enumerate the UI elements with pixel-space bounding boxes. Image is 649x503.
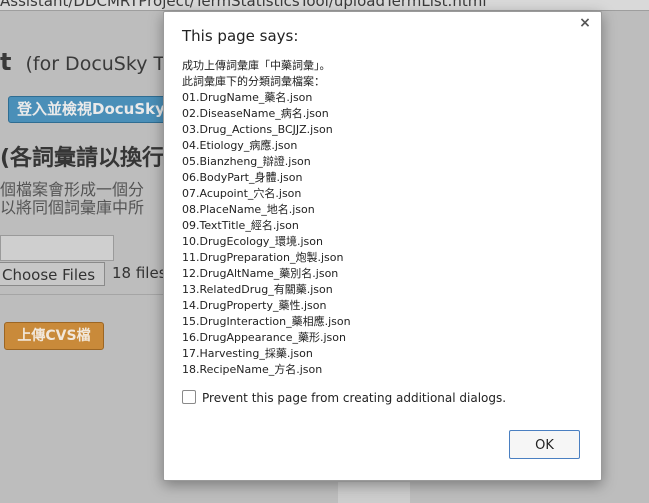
message-line: 09.TextTitle_經名.json xyxy=(182,219,299,232)
message-line: 04.Etiology_病應.json xyxy=(182,139,298,152)
vocabulary-name-input[interactable] xyxy=(0,235,114,261)
url-text: Assistant/DDCMRTProject/TermStatisticsTo… xyxy=(0,0,487,10)
message-line: 成功上傳詞彙庫「中藥詞彙」。 xyxy=(182,59,331,72)
prevent-dialogs-option[interactable]: Prevent this page from creating addition… xyxy=(182,390,506,406)
prevent-dialogs-label: Prevent this page from creating addition… xyxy=(202,391,507,405)
message-line: 11.DrugPreparation_炮製.json xyxy=(182,251,344,264)
upload-csv-button[interactable]: 上傳CVS檔 xyxy=(4,322,104,350)
message-line: 05.Bianzheng_辯證.json xyxy=(182,155,311,168)
message-line: 06.BodyPart_身體.json xyxy=(182,171,303,184)
divider xyxy=(0,294,170,295)
message-line: 15.DrugInteraction_藥相應.json xyxy=(182,315,351,328)
alert-dialog: This page says: × 成功上傳詞彙庫「中藥詞彙」。 此詞彙庫下的分… xyxy=(163,11,602,481)
close-icon[interactable]: × xyxy=(577,15,593,31)
dialog-message: 成功上傳詞彙庫「中藥詞彙」。 此詞彙庫下的分類詞彙檔案： 01.DrugName… xyxy=(182,58,592,378)
message-line: 13.RelatedDrug_有關藥.json xyxy=(182,283,333,296)
page-title: t (for DocuSky T xyxy=(0,48,165,76)
files-status: 18 files xyxy=(112,264,167,282)
message-line: 16.DrugAppearance_藥形.json xyxy=(182,331,346,344)
message-line: 02.DiseaseName_病名.json xyxy=(182,107,329,120)
dialog-title: This page says: xyxy=(182,27,299,45)
message-line: 14.DrugProperty_藥性.json xyxy=(182,299,327,312)
page-title-suffix: (for DocuSky T xyxy=(25,53,166,75)
message-line: 18.RecipeName_方名.json xyxy=(182,363,323,376)
description-line-2: 以將同個詞彙庫中所 xyxy=(0,198,145,217)
message-line: 17.Harvesting_採藥.json xyxy=(182,347,313,360)
message-line: 08.PlaceName_地名.json xyxy=(182,203,315,216)
ok-button[interactable]: OK xyxy=(509,430,580,459)
page-title-letter: t xyxy=(0,48,12,76)
message-line: 10.DrugEcology_環境.json xyxy=(182,235,323,248)
message-line: 12.DrugAltName_藥別名.json xyxy=(182,267,339,280)
prevent-dialogs-checkbox[interactable] xyxy=(182,390,196,404)
message-line: 03.Drug_Actions_BCJJZ.json xyxy=(182,123,333,136)
login-docusky-button[interactable]: 登入並檢視DocuSky xyxy=(8,96,174,123)
message-line: 07.Acupoint_穴名.json xyxy=(182,187,302,200)
choose-files-button[interactable]: Choose Files xyxy=(0,262,105,286)
loading-spinner-icon xyxy=(338,482,410,503)
message-line: 01.DrugName_藥名.json xyxy=(182,91,313,104)
section-heading: (各詞彙請以換行 xyxy=(0,146,165,171)
address-bar[interactable]: Assistant/DDCMRTProject/TermStatisticsTo… xyxy=(0,0,649,11)
message-line: 此詞彙庫下的分類詞彙檔案： xyxy=(182,75,325,88)
